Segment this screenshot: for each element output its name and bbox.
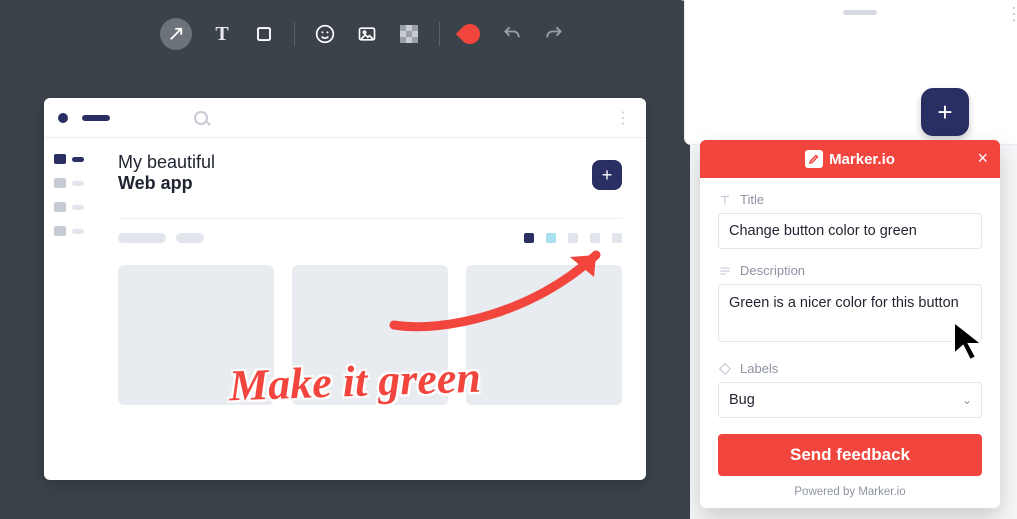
editor-toolbar: T bbox=[0, 0, 690, 68]
description-input[interactable] bbox=[718, 284, 982, 342]
screenshot-canvas: ⋮ My beautiful Web app bbox=[44, 98, 646, 480]
brand-logo: Marker.io bbox=[805, 150, 895, 168]
brand-name: Marker.io bbox=[829, 151, 895, 168]
labels-select[interactable]: Bug bbox=[718, 382, 982, 418]
mockapp-card bbox=[466, 265, 622, 405]
floating-add-button[interactable]: + bbox=[921, 88, 969, 136]
panel-header: Marker.io × bbox=[700, 140, 1000, 178]
panel-footer: Powered by Marker.io bbox=[700, 476, 1000, 508]
drag-handle-icon bbox=[843, 10, 877, 15]
mockapp-sidebar bbox=[44, 138, 94, 480]
mockapp-main: My beautiful Web app bbox=[94, 138, 646, 480]
marker-icon bbox=[805, 150, 823, 168]
description-icon bbox=[718, 264, 732, 278]
kebab-icon: ⋮ bbox=[615, 108, 632, 128]
kebab-icon[interactable]: ⋮ bbox=[1005, 4, 1017, 25]
mockapp-logo-dot bbox=[58, 113, 68, 123]
mockapp-body: My beautiful Web app bbox=[44, 138, 646, 480]
annotation-text: Make it green bbox=[228, 352, 481, 412]
tool-image[interactable] bbox=[355, 22, 379, 46]
feedback-panel: Marker.io × Title Description Labels bbox=[700, 140, 1000, 508]
text-icon bbox=[718, 193, 732, 207]
tool-redo[interactable] bbox=[542, 22, 566, 46]
title-input[interactable] bbox=[718, 213, 982, 249]
tool-text[interactable]: T bbox=[210, 22, 234, 46]
tool-emoji[interactable] bbox=[313, 22, 337, 46]
field-labels: Labels Bug ⌄ bbox=[718, 361, 982, 418]
mockapp-title-line1: My beautiful bbox=[118, 152, 622, 173]
mockapp-logo-bar bbox=[82, 115, 110, 121]
mockapp-header: ⋮ bbox=[44, 98, 646, 138]
send-feedback-button[interactable]: Send feedback bbox=[718, 434, 982, 476]
target-add-button: + bbox=[592, 160, 622, 190]
tool-color-picker[interactable] bbox=[458, 22, 482, 46]
annotation-editor: T ⋮ bbox=[0, 0, 690, 519]
tag-icon bbox=[718, 362, 732, 376]
tool-rectangle[interactable] bbox=[252, 22, 276, 46]
tool-undo[interactable] bbox=[500, 22, 524, 46]
tool-arrow[interactable] bbox=[160, 18, 192, 50]
color-drop-icon bbox=[456, 20, 484, 48]
close-icon[interactable]: × bbox=[977, 148, 988, 169]
field-title: Title bbox=[718, 192, 982, 249]
toolbar-separator bbox=[294, 22, 295, 46]
mockapp-title-line2: Web app bbox=[118, 173, 622, 194]
search-icon bbox=[194, 111, 208, 125]
toolbar-separator bbox=[439, 22, 440, 46]
chevron-down-icon: ⌄ bbox=[962, 393, 972, 407]
title-label: Title bbox=[740, 192, 764, 207]
tool-blur[interactable] bbox=[397, 22, 421, 46]
labels-label: Labels bbox=[740, 361, 778, 376]
field-description: Description bbox=[718, 263, 982, 347]
description-label: Description bbox=[740, 263, 805, 278]
